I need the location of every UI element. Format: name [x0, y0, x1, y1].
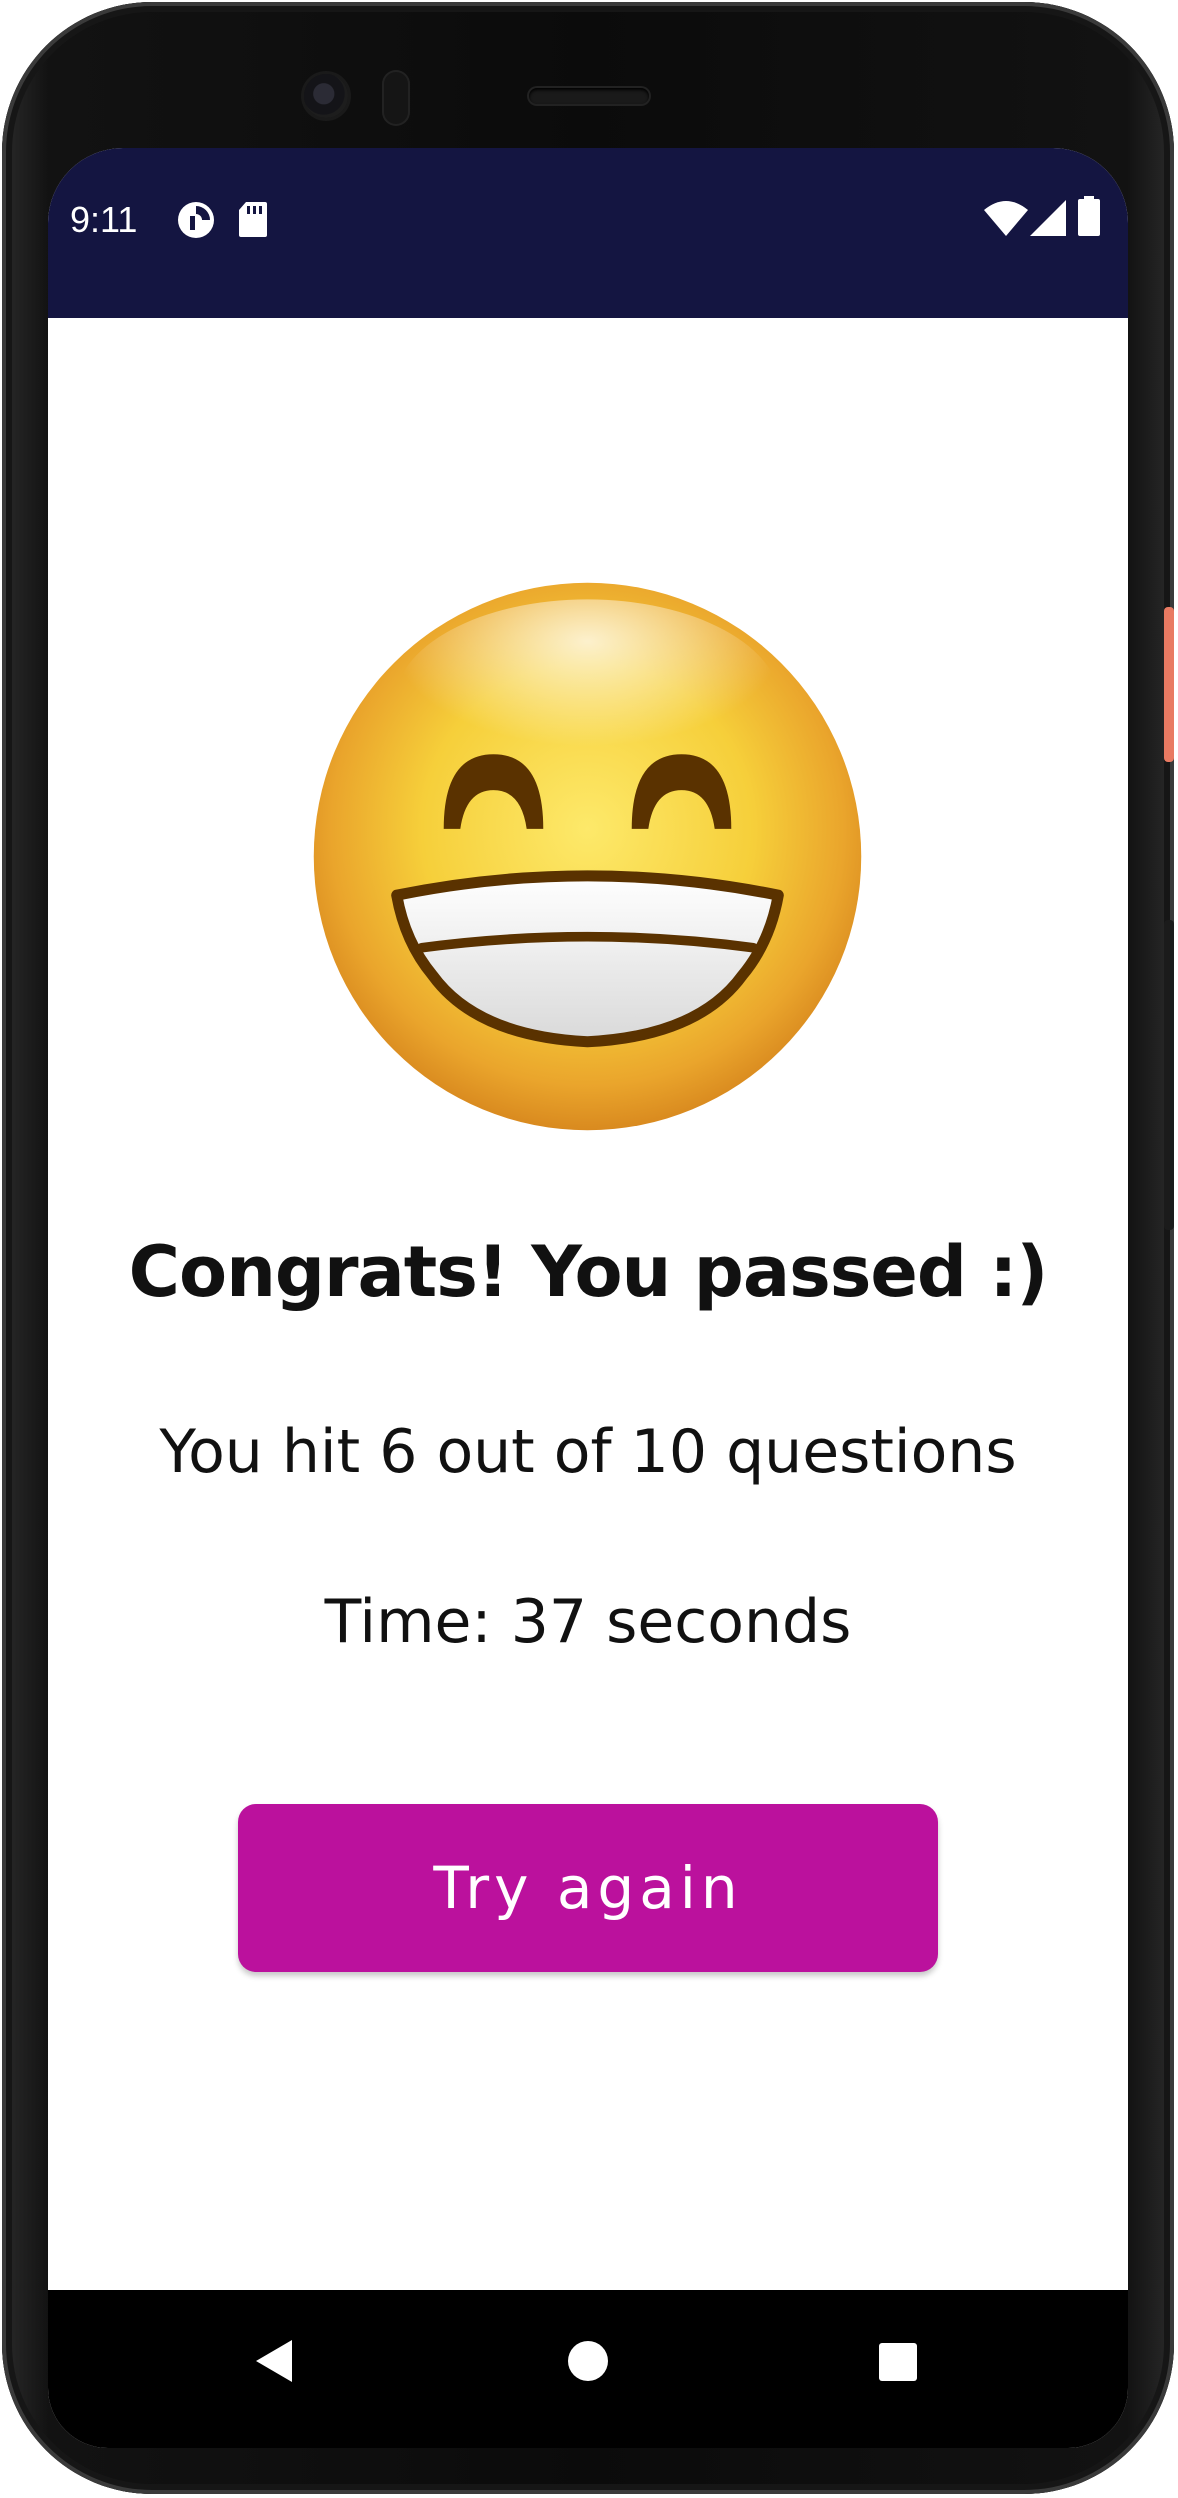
navigation-bar	[48, 2290, 1128, 2448]
screen: 9:11 Congrats! You passed:) You hit 6 o…	[48, 148, 1128, 2448]
phone-frame: 9:11 Congrats! You passed:) You hit 6 o…	[2, 2, 1174, 2494]
grinning-face-emoji	[313, 582, 862, 1131]
recents-icon[interactable]	[878, 2342, 918, 2386]
home-icon[interactable]	[567, 2340, 609, 2386]
volume-button	[1164, 920, 1174, 1230]
result-title: Congrats! You passed :)	[128, 1231, 1049, 1313]
wifi-icon	[984, 200, 1028, 240]
try-again-button[interactable]: Try again	[238, 1804, 938, 1972]
battery-icon	[1078, 196, 1100, 240]
data-saver-icon	[176, 200, 216, 244]
result-screen: Congrats! You passed :) You hit 6 out of…	[48, 318, 1128, 2290]
back-icon[interactable]	[254, 2338, 294, 2388]
score-text: You hit 6 out of 10 questions	[159, 1417, 1017, 1487]
cell-signal-icon	[1030, 200, 1066, 240]
proximity-sensor	[382, 70, 410, 126]
earpiece-speaker	[529, 88, 649, 104]
power-button	[1164, 607, 1174, 762]
status-bar: 9:11	[48, 148, 1128, 318]
front-camera	[304, 74, 348, 118]
sd-card-icon	[238, 200, 268, 242]
time-text: Time: 37 seconds	[324, 1587, 852, 1657]
status-time: 9:11	[70, 199, 138, 240]
